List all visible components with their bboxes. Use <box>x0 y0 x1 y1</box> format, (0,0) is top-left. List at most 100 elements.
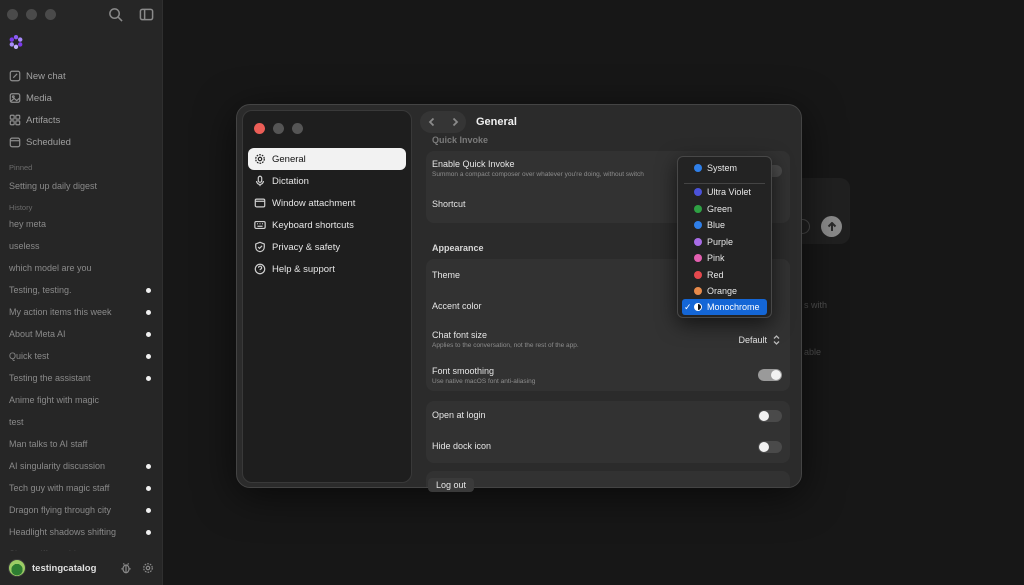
dropdown-option-blue[interactable]: Blue <box>682 217 767 233</box>
minimize-settings-button[interactable] <box>273 123 284 134</box>
settings-tab-label: Help & support <box>272 263 335 275</box>
list-item[interactable]: which model are you <box>9 257 154 279</box>
option-label: Blue <box>707 220 726 230</box>
sidebar-item-media[interactable]: Media <box>9 87 154 109</box>
dropdown-option-ultra-violet[interactable]: Ultra Violet <box>682 184 767 200</box>
settings-tab-general[interactable]: General <box>248 148 406 170</box>
font-smoothing-toggle[interactable] <box>758 369 782 381</box>
dropdown-option-green[interactable]: Green <box>682 201 767 217</box>
sidebar-item-new-chat[interactable]: New chat <box>9 65 154 87</box>
sidebar-toolbar <box>108 7 154 22</box>
settings-window-controls <box>254 123 303 134</box>
color-swatch <box>694 270 702 279</box>
list-item[interactable]: Headlight shadows shifting <box>9 521 154 543</box>
sidebar-item-scheduled[interactable]: Scheduled <box>9 131 154 153</box>
settings-tab-label: General <box>272 153 306 165</box>
option-label: Pink <box>707 253 725 263</box>
list-item[interactable]: About Meta AI <box>9 323 154 345</box>
settings-tab-label: Privacy & safety <box>272 241 341 253</box>
color-swatch <box>694 254 702 262</box>
list-item[interactable]: Tech guy with magic staff <box>9 477 154 499</box>
logout-button[interactable]: Log out <box>428 478 474 492</box>
bug-icon[interactable] <box>120 562 132 574</box>
history-list: hey meta useless which model are you Testin… <box>9 213 154 565</box>
minimize-window-button[interactable] <box>26 9 37 20</box>
chat-title: which model are you <box>9 263 92 273</box>
sidebar-item-artifacts[interactable]: Artifacts <box>9 109 154 131</box>
chevron-left-icon[interactable] <box>427 117 437 127</box>
list-item[interactable]: Setting up daily digest <box>9 175 154 197</box>
zoom-window-button[interactable] <box>45 9 56 20</box>
list-item[interactable]: Man talks to AI staff <box>9 433 154 455</box>
zoom-settings-button[interactable] <box>292 123 303 134</box>
account-group <box>426 471 790 487</box>
dropdown-option-purple[interactable]: Purple <box>682 234 767 250</box>
unread-dot <box>146 507 151 513</box>
list-item[interactable]: Dragon flying through city <box>9 499 154 521</box>
settings-tab-help-support[interactable]: Help & support <box>248 258 406 280</box>
window-icon <box>254 198 266 208</box>
chat-title: Testing the assistant <box>9 373 91 383</box>
option-label: Ultra Violet <box>707 187 751 197</box>
chat-title: Quick test <box>9 351 50 361</box>
list-item[interactable]: hey meta <box>9 213 154 235</box>
list-item[interactable]: Quick test <box>9 345 154 367</box>
list-item[interactable]: Testing the assistant <box>9 367 154 389</box>
settings-tab-window-attachment[interactable]: Window attachment <box>248 192 406 214</box>
chevron-right-icon[interactable] <box>450 117 460 127</box>
dropdown-option-monochrome[interactable]: ✓ Monochrome <box>682 299 767 315</box>
sidebar-nav: New chat Media Artifacts Scheduled Pinne… <box>9 65 154 565</box>
dropdown-option-orange[interactable]: Orange <box>682 283 767 299</box>
gear-icon[interactable] <box>142 562 154 574</box>
microphone-icon <box>255 175 265 187</box>
sidebar-toggle-icon[interactable] <box>139 7 154 22</box>
settings-tab-privacy-safety[interactable]: Privacy & safety <box>248 236 406 258</box>
send-button[interactable] <box>821 216 842 237</box>
list-item[interactable]: Anime fight with magic <box>9 389 154 411</box>
unread-dot <box>146 309 151 315</box>
chat-font-size-row: Chat font size Applies to the conversati… <box>432 330 782 349</box>
option-label: System <box>707 163 738 173</box>
history-nav <box>420 111 466 133</box>
list-item[interactable]: useless <box>9 235 154 257</box>
avatar[interactable] <box>8 559 26 577</box>
font-smoothing-description: Use native macOS font anti-aliasing <box>432 378 536 385</box>
settings-tab-dictation[interactable]: Dictation <box>248 170 406 192</box>
chat-font-size-select[interactable]: Default <box>738 335 780 345</box>
arrow-up-icon <box>827 221 836 231</box>
background-text: able <box>804 347 822 357</box>
unread-dot <box>146 529 151 535</box>
dropdown-option-pink[interactable]: Pink <box>682 250 767 266</box>
close-window-button[interactable] <box>7 9 18 20</box>
username: testingcatalog <box>32 562 97 574</box>
settings-tab-keyboard-shortcuts[interactable]: Keyboard shortcuts <box>248 214 406 236</box>
dropdown-option-system[interactable]: System <box>682 160 767 176</box>
close-settings-button[interactable] <box>254 123 265 134</box>
search-icon[interactable] <box>108 7 123 22</box>
font-smoothing-label: Font smoothing <box>432 366 495 376</box>
dropdown-option-red[interactable]: Red <box>682 267 767 283</box>
hide-dock-icon-row: Hide dock icon <box>432 441 782 451</box>
settings-tab-label: Window attachment <box>272 197 356 209</box>
chat-font-size-label: Chat font size <box>432 330 488 340</box>
option-label: Red <box>707 269 724 280</box>
chat-title: Headlight shadows shifting <box>9 527 117 537</box>
sidebar-item-label: Media <box>26 92 52 104</box>
accent-color-dropdown: System Ultra Violet Green Blue Purple Pi… <box>677 156 772 318</box>
unread-dot <box>146 353 151 359</box>
chat-font-size-description: Applies to the conversation, not the res… <box>432 342 579 349</box>
option-label: Monochrome <box>707 302 760 312</box>
checkmark-icon: ✓ <box>684 301 692 312</box>
updown-chevron-icon <box>773 335 780 345</box>
list-item[interactable]: test <box>9 411 154 433</box>
chat-title: About Meta AI <box>9 329 66 339</box>
list-item[interactable]: My action items this week <box>9 301 154 323</box>
list-item[interactable]: AI singularity discussion <box>9 455 154 477</box>
hide-dock-icon-toggle[interactable] <box>758 441 782 453</box>
open-at-login-toggle[interactable] <box>758 410 782 422</box>
option-label: Purple <box>707 236 734 247</box>
list-item[interactable]: Testing, testing. <box>9 279 154 301</box>
shield-icon <box>255 241 265 253</box>
background-text: s with <box>804 300 828 310</box>
page-title: General <box>476 116 517 128</box>
